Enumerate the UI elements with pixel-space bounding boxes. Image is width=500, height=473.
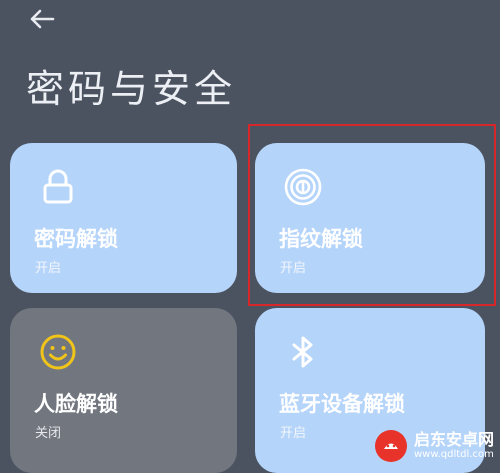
watermark-logo-icon: [374, 430, 407, 462]
face-unlock-card[interactable]: 人脸解锁 关闭: [10, 308, 237, 473]
card-status: 开启: [280, 426, 307, 441]
card-label: 密码解锁: [34, 227, 118, 251]
highlight-box: [248, 124, 496, 306]
smiley-face-icon: [40, 334, 76, 370]
password-unlock-card[interactable]: 密码解锁 开启: [10, 143, 237, 293]
card-status: 开启: [35, 261, 62, 276]
watermark: 启东安卓网 www.qdltdl.com: [374, 426, 494, 466]
page-title: 密码与安全: [26, 67, 237, 111]
lock-icon: [43, 169, 73, 204]
card-label: 蓝牙设备解锁: [279, 392, 405, 416]
card-label: 人脸解锁: [34, 392, 118, 416]
arrow-left-icon: [30, 9, 55, 29]
bluetooth-icon: [292, 336, 313, 368]
card-status: 关闭: [35, 426, 62, 441]
watermark-url: www.qdltdl.com: [413, 449, 494, 460]
watermark-name: 启东安卓网: [413, 430, 494, 449]
back-button[interactable]: [24, 4, 60, 34]
